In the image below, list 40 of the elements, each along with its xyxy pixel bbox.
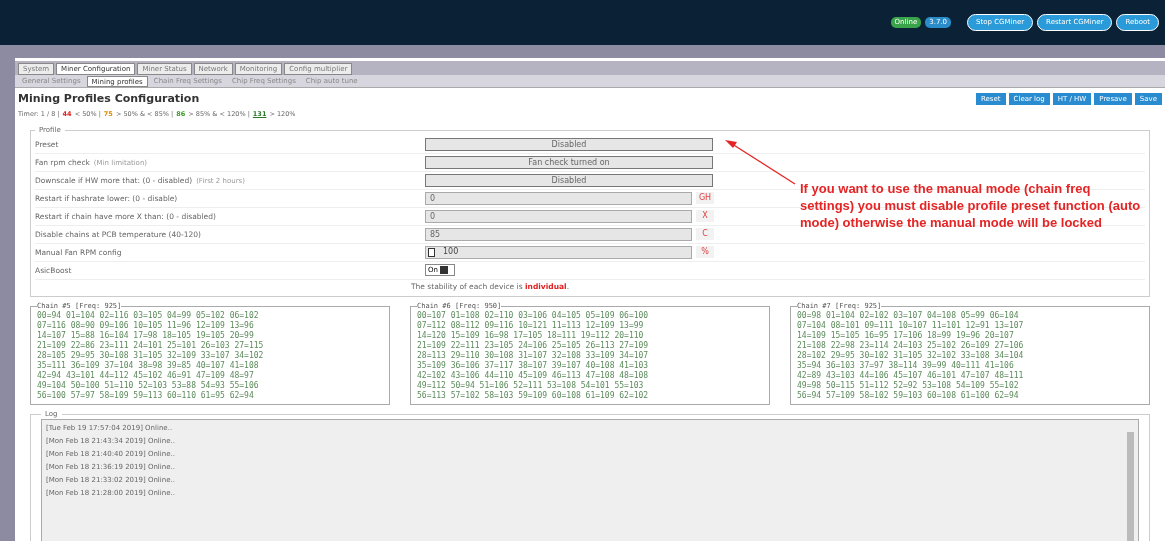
chip-frequency-row-text: 07=104 08=101 09=111 10=107 11=101 12=91 13=107 <box>797 321 1025 331</box>
chip-frequency-row-text: 21=109 22=86 23=111 24=101 25=101 26=103 27=115 <box>37 341 265 351</box>
chip-frequency-row-text: 21=108 22=98 23=114 24=103 25=102 26=109 27=106 <box>797 341 1025 351</box>
chip-frequency-row-text: 00=94 01=104 02=116 03=105 04=99 05=102 06=102 <box>37 311 260 321</box>
chip-frequency-row-text: 00=107 01=108 02=110 03=106 04=105 05=109 06=100 <box>417 311 650 321</box>
chip-frequency-row-text: 56=100 57=97 58=109 59=113 60=110 61=95 62=94 <box>37 391 255 402</box>
chip-frequency-row-text: 42=102 43=106 44=110 45=109 46=113 47=108 48=108 <box>417 371 650 381</box>
chip-frequency-row-text: 28=102 29=95 30=102 31=105 32=102 33=108 34=104 <box>797 351 1025 361</box>
chip-frequency-row-text: 42=94 43=101 44=112 45=102 46=91 47=109 48=97 <box>37 371 255 381</box>
page-title: Mining Profiles Configuration <box>18 91 200 107</box>
chip-frequency-row-text: 56=94 57=109 58=102 59=103 60=108 61=100 62=94 <box>797 391 1020 402</box>
chip-frequency-row-text: 49=98 50=115 51=112 52=92 53=108 54=109 55=102 <box>797 381 1020 391</box>
chip-frequency-row-text: 14=120 15=109 16=98 17=105 18=111 19=112 20=110 <box>417 331 645 341</box>
chip-frequency-row-text: 07=112 08=112 09=116 10=121 11=113 12=109 13=99 <box>417 321 645 331</box>
chip-frequency-row-text: 28=105 29=95 30=108 31=105 32=109 33=107 34=102 <box>37 351 265 361</box>
unit-label: % <box>696 246 714 259</box>
chip-frequency-row-text: 00=98 01=104 02=102 03=107 04=108 05=99 06=104 <box>797 311 1020 321</box>
chip-frequency-row-text: 49=104 50=100 51=110 52=103 53=88 54=93 55=106 <box>37 381 260 391</box>
chip-frequency-row-text: 14=107 15=88 16=104 17=98 18=105 19=105 20=99 <box>37 331 255 341</box>
select-field[interactable]: Fan check turned on <box>425 155 713 169</box>
select-field[interactable]: Disabled <box>425 173 713 187</box>
chip-frequency-row-text: 14=109 15=105 16=95 17=106 18=99 19=96 20=107 <box>797 331 1015 341</box>
unit-label: X <box>696 210 714 223</box>
unit-label: C <box>696 228 714 241</box>
input-field[interactable]: 0 <box>425 209 692 223</box>
chip-frequency-row-text: 49=112 50=94 51=106 52=111 53=108 54=101 55=103 <box>417 381 645 391</box>
chip-frequency-row-text: 35=111 36=109 37=104 38=98 39=85 40=107 41=108 <box>37 361 260 371</box>
unit-label: GH <box>696 192 714 205</box>
select-field[interactable]: Disabled <box>425 137 713 151</box>
chip-frequency-row-text: 21=109 22=111 23=105 24=106 25=105 26=113 27=109 <box>417 341 650 351</box>
annotation-text: If you want to use the manual mode (chain freq settings) you must disable profile preset function (auto mode) otherwise the manual mode will be locked <box>800 179 1142 231</box>
chip-frequency-row-text: 35=94 36=103 37=97 38=114 39=99 40=111 41=106 <box>797 361 1015 371</box>
input-field[interactable]: 100 <box>425 245 692 259</box>
chip-frequency-row-text: 42=89 43=103 44=106 45=107 46=101 47=107 48=111 <box>797 371 1025 381</box>
input-field[interactable]: 0 <box>425 191 692 205</box>
input-field[interactable]: 85 <box>425 227 692 241</box>
chip-frequency-row-text: 07=116 08=90 09=106 10=105 11=96 12=109 13=96 <box>37 321 255 331</box>
chip-frequency-row-text: 35=109 36=106 37=117 38=107 39=107 40=108 41=103 <box>417 361 650 371</box>
chip-frequency-row-text: 28=113 29=110 30=108 31=107 32=108 33=109 34=107 <box>417 351 650 361</box>
chip-frequency-row-text: 56=113 57=102 58=103 59=109 60=108 61=109 62=102 <box>417 391 650 402</box>
